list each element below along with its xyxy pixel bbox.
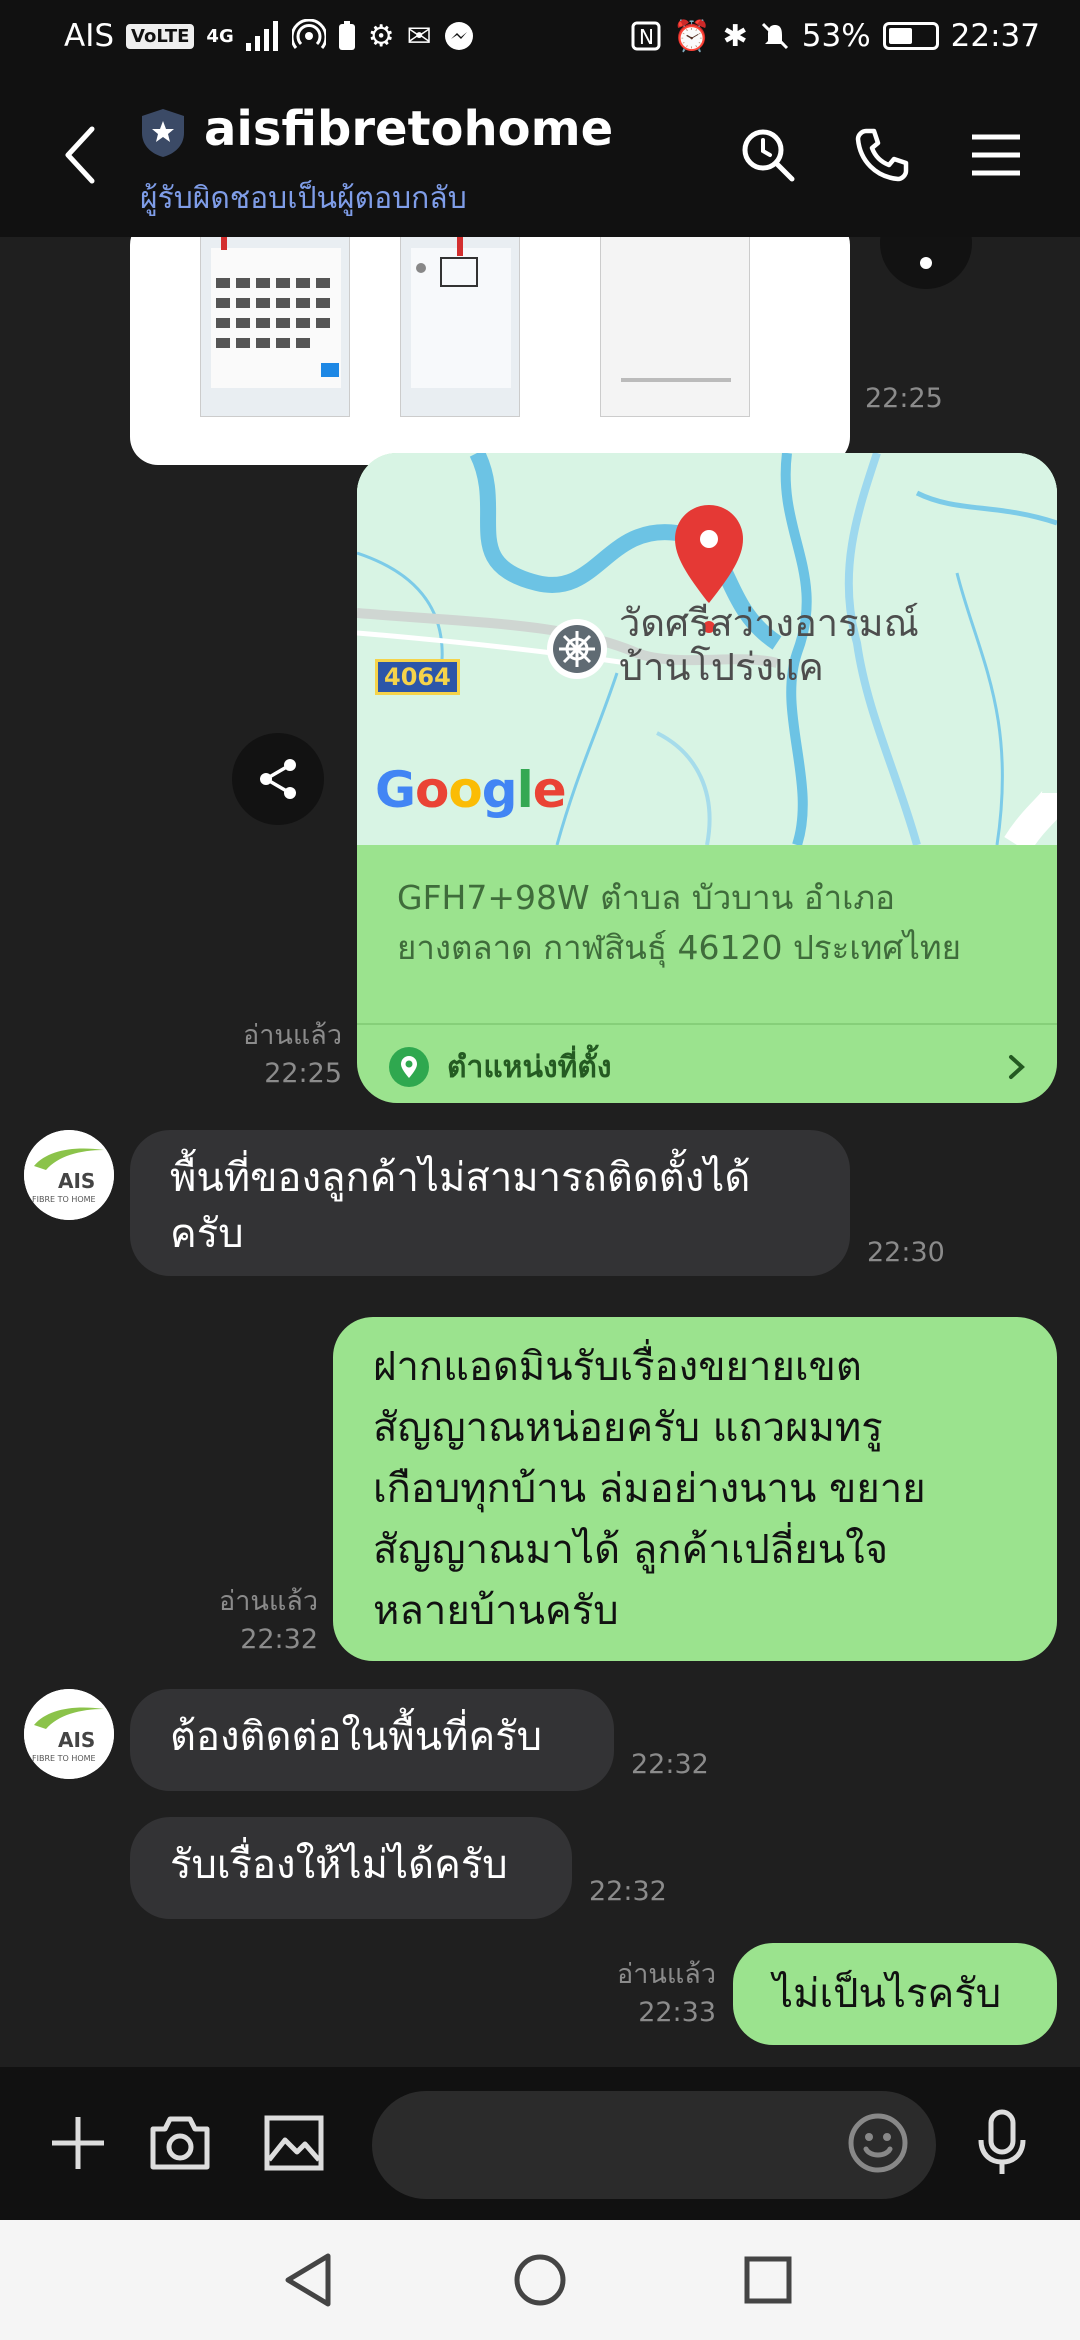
- screenshot-thumbnail: [600, 237, 750, 417]
- menu-button[interactable]: [956, 115, 1036, 195]
- share-icon: [260, 759, 296, 799]
- location-pin-icon: [389, 1047, 429, 1087]
- screenshot-thumbnail: [200, 237, 350, 417]
- settings-icon: ⚙: [367, 18, 395, 54]
- nav-recents-icon: [744, 2256, 792, 2304]
- mic-icon: [978, 2109, 1026, 2174]
- message-time: 22:32: [589, 1876, 667, 1907]
- battery-level: [888, 28, 912, 44]
- shield-icon: [142, 109, 184, 157]
- search-icon: [742, 129, 795, 182]
- google-logo: Google: [375, 761, 567, 819]
- bluetooth-icon: ✱: [722, 18, 748, 54]
- add-button[interactable]: [38, 2103, 118, 2183]
- open-location-link[interactable]: ตำแหน่งที่ตั้ง: [387, 1031, 1027, 1103]
- message-time: 22:32: [631, 1749, 709, 1780]
- svg-text:FIBRE TO HOME: FIBRE TO HOME: [32, 1195, 96, 1204]
- location-address: GFH7+98W ตำบล บัวบาน อำเภอ ยางตลาด กาฬสิ…: [397, 878, 962, 967]
- read-label: อ่านแล้ว: [617, 1959, 716, 1990]
- map-preview[interactable]: 4064 วัดศรีสว่างอารมณ์ บ้านโปร่งแค Googl…: [357, 453, 1057, 845]
- road-number: 4064: [375, 659, 460, 695]
- call-button[interactable]: [842, 115, 922, 195]
- ais-logo: AIS FIBRE TO HOME: [24, 1130, 114, 1220]
- network-type: 4G: [206, 25, 234, 47]
- place-name: วัดศรีสว่างอารมณ์ บ้านโปร่งแค: [619, 601, 919, 689]
- avatar[interactable]: AIS FIBRE TO HOME: [24, 1130, 114, 1220]
- mute-icon: [761, 22, 788, 50]
- camera-button[interactable]: [140, 2103, 220, 2183]
- back-icon: [65, 126, 95, 184]
- back-button[interactable]: [48, 117, 112, 193]
- system-nav-bar: [0, 2220, 1080, 2340]
- message-time: 22:30: [867, 1237, 945, 1268]
- chat-header: aisfibretohome ผู้รับผิดชอบเป็นผู้ตอบกลั…: [0, 75, 1080, 237]
- message-list[interactable]: 22:25 อ่านแล้ว 22:25 4064 วัดศรีสว่างอาร…: [0, 237, 1080, 2067]
- share-button[interactable]: [880, 237, 972, 289]
- location-link-label: ตำแหน่งที่ตั้ง: [447, 1049, 612, 1085]
- svg-text:N: N: [639, 25, 654, 49]
- emoji-button[interactable]: [846, 2111, 910, 2175]
- message-composer: [0, 2067, 1080, 2220]
- read-receipt: อ่านแล้ว 22:32: [196, 1583, 318, 1659]
- nav-back-icon: [285, 2253, 331, 2307]
- carrier-label: AIS: [64, 18, 115, 54]
- battery-icon: [882, 22, 939, 50]
- emoji-icon: [848, 2113, 908, 2173]
- nav-home-icon: [514, 2254, 566, 2306]
- clock: 22:37: [950, 18, 1040, 54]
- search-button[interactable]: [728, 115, 808, 195]
- chevron-right-icon: [1009, 1055, 1025, 1079]
- volte-badge: VoLTE: [126, 23, 195, 49]
- battery-saver-icon: [338, 21, 355, 50]
- incoming-message[interactable]: รับเรื่องให้ไม่ได้ครับ: [130, 1817, 572, 1919]
- chat-subtitle: ผู้รับผิดชอบเป็นผู้ตอบกลับ: [140, 181, 467, 216]
- nav-recents-button[interactable]: [728, 2240, 808, 2320]
- incoming-message[interactable]: พื้นที่ของลูกค้าไม่สามารถติดตั้งได้ ครับ: [130, 1130, 850, 1276]
- outgoing-message[interactable]: ไม่เป็นไรครับ: [733, 1943, 1057, 2045]
- plus-icon: [52, 2117, 104, 2169]
- divider: [357, 1023, 1057, 1025]
- image-message[interactable]: [130, 237, 850, 465]
- chat-screen: AIS VoLTE 4G ⚙ ✉ N ⏰ ✱ 53% 22:37 aisfibr…: [0, 0, 1080, 2340]
- screenshot-thumbnail: [400, 237, 520, 417]
- read-label: อ่านแล้ว: [219, 1586, 318, 1617]
- gallery-button[interactable]: [254, 2103, 334, 2183]
- message-time: 22:33: [638, 1997, 716, 2028]
- ais-logo: AIS FIBRE TO HOME: [24, 1689, 114, 1779]
- read-receipt: อ่านแล้ว 22:33: [604, 1956, 716, 2032]
- hotspot-icon: [291, 19, 326, 49]
- svg-text:AIS: AIS: [58, 1728, 95, 1752]
- signal-icon: [245, 21, 278, 51]
- status-bar: AIS VoLTE 4G ⚙ ✉ N ⏰ ✱ 53% 22:37: [0, 0, 1080, 75]
- avatar[interactable]: AIS FIBRE TO HOME: [24, 1689, 114, 1779]
- battery-percent: 53%: [801, 18, 871, 54]
- menu-icon: [972, 134, 1020, 176]
- svg-text:AIS: AIS: [58, 1169, 95, 1193]
- chat-title: aisfibretohome: [204, 101, 614, 157]
- location-message[interactable]: 4064 วัดศรีสว่างอารมณ์ บ้านโปร่งแค Googl…: [357, 453, 1057, 1103]
- read-receipt: อ่านแล้ว 22:25: [236, 1017, 342, 1093]
- read-label: อ่านแล้ว: [243, 1020, 342, 1051]
- alarm-icon: ⏰: [673, 18, 711, 54]
- camera-icon: [150, 2116, 210, 2170]
- share-button[interactable]: [232, 733, 324, 825]
- messenger-icon: [444, 22, 473, 50]
- nav-home-button[interactable]: [500, 2240, 580, 2320]
- phone-icon: [855, 128, 909, 182]
- message-time: 22:25: [865, 383, 943, 414]
- incoming-message[interactable]: ต้องติดต่อในพื้นที่ครับ: [130, 1689, 614, 1791]
- outgoing-message[interactable]: ฝากแอดมินรับเรื่องขยายเขต สัญญาณหน่อยครั…: [333, 1317, 1057, 1661]
- voice-button[interactable]: [962, 2103, 1042, 2183]
- nav-back-button[interactable]: [268, 2240, 348, 2320]
- image-icon: [264, 2115, 324, 2171]
- message-time: 22:32: [240, 1624, 318, 1655]
- nfc-icon: N: [631, 21, 661, 51]
- svg-text:FIBRE TO HOME: FIBRE TO HOME: [32, 1754, 96, 1763]
- message-time: 22:25: [264, 1058, 342, 1089]
- share-icon: [920, 257, 932, 269]
- mail-icon: ✉: [406, 18, 432, 54]
